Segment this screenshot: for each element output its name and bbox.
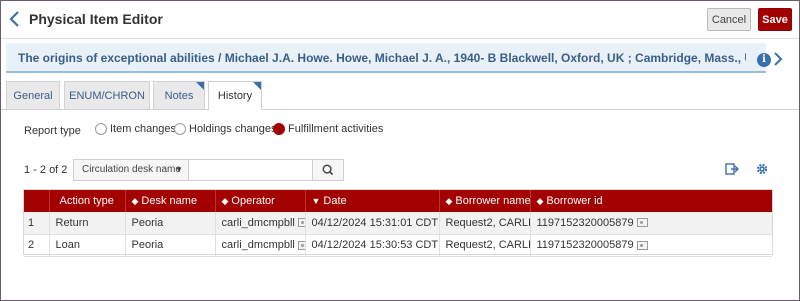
tab-corner-marker <box>196 82 204 90</box>
tab-history[interactable]: History <box>208 81 262 110</box>
radio-fulfillment-activities[interactable]: Fulfillment activities <box>273 123 383 135</box>
record-title[interactable]: The origins of exceptional abilities / M… <box>18 51 746 65</box>
cell-action-type: Return <box>48 212 125 235</box>
tab-label: General <box>13 90 53 102</box>
user-card-icon[interactable] <box>636 240 648 250</box>
cell-desk-name: Peoria <box>124 212 215 235</box>
sort-icon: ◆ <box>221 196 229 206</box>
tab-notes[interactable]: Notes <box>153 81 205 109</box>
filter-label: Circulation desk name <box>82 164 181 175</box>
report-type-label: Report type <box>24 125 81 137</box>
chevron-right-icon[interactable] <box>773 52 783 66</box>
operator-text: carli_dmcmpbll <box>221 216 295 229</box>
cell-action-type: Loan <box>48 234 125 257</box>
cancel-button[interactable]: Cancel <box>707 8 751 31</box>
circulation-desk-filter[interactable]: Circulation desk name ▼ <box>73 159 189 181</box>
radio-label: Item changes <box>110 123 177 135</box>
search-icon <box>322 164 334 176</box>
radio-item-changes[interactable]: Item changes <box>95 123 176 135</box>
table-row[interactable]: 2 Loan Peoria carli_dmcmpbll 04/12/2024 … <box>24 234 772 257</box>
column-header-label: Date <box>323 195 347 207</box>
column-header-borrower-id[interactable]: ◆ Borrower id <box>529 190 772 212</box>
cell-desk-name: Peoria <box>124 234 215 257</box>
cell-date: 04/12/2024 15:30:53 CDT <box>304 234 439 257</box>
caret-down-icon: ▼ <box>175 165 183 174</box>
radio-holdings-changes[interactable]: Holdings changes <box>174 123 276 135</box>
tab-corner-marker <box>253 82 261 90</box>
tab-bar: General ENUM/CHRON Notes History <box>6 81 796 111</box>
page-header: Physical Item Editor Cancel Save <box>1 1 799 38</box>
cell-borrower-id: 1197152320005879 <box>529 234 772 257</box>
sort-icon: ◆ <box>445 196 453 206</box>
export-icon[interactable] <box>725 162 739 176</box>
sort-icon: ◆ <box>536 196 544 206</box>
column-header-borrower-name[interactable]: ◆ Borrower name <box>438 190 531 212</box>
table-header-row: Action type ◆ Desk name ◆ Operator ▼ Date ◆… <box>24 190 772 212</box>
column-header-label: Operator <box>231 195 275 207</box>
save-button[interactable]: Save <box>758 8 792 31</box>
tab-label: ENUM/CHRON <box>69 90 145 102</box>
search-button[interactable] <box>312 159 344 181</box>
radio-button[interactable] <box>174 123 186 135</box>
column-header-label: Action type <box>59 195 114 207</box>
cell-date: 04/12/2024 15:31:01 CDT <box>304 212 439 235</box>
column-header-date[interactable]: ▼ Date <box>304 190 439 212</box>
cell-borrower-name: Request2, CARLI <box>438 212 530 235</box>
operator-text: carli_dmcmpbll <box>221 239 295 251</box>
column-header-label: Borrower id <box>546 195 603 207</box>
history-table: Action type ◆ Desk name ◆ Operator ▼ Date ◆… <box>23 189 773 257</box>
borrower-id-text: 1197152320005879 <box>536 239 634 251</box>
column-header-index <box>24 190 49 212</box>
radio-label: Holdings changes <box>189 123 277 135</box>
column-header-action-type[interactable]: Action type <box>48 190 125 212</box>
row-number: 1 <box>24 212 49 235</box>
result-count: 1 - 2 of 2 <box>24 164 68 176</box>
tab-label: Notes <box>164 90 194 102</box>
tab-enum-chron[interactable]: ENUM/CHRON <box>64 81 150 109</box>
cell-operator: carli_dmcmpbll <box>214 212 305 235</box>
radio-label: Fulfillment activities <box>288 123 384 135</box>
cell-borrower-id: 1197152320005879 <box>529 212 772 235</box>
user-card-icon[interactable] <box>297 218 305 228</box>
tab-label: History <box>217 90 253 102</box>
sort-icon: ◆ <box>131 196 139 206</box>
borrower-id-text: 1197152320005879 <box>536 216 634 229</box>
user-card-icon[interactable] <box>297 240 305 250</box>
cell-operator: carli_dmcmpbll <box>214 234 305 257</box>
page-title: Physical Item Editor <box>29 11 163 27</box>
column-header-operator[interactable]: ◆ Operator <box>214 190 305 212</box>
search-input[interactable] <box>188 159 313 181</box>
info-icon[interactable]: i <box>757 53 771 67</box>
column-header-desk-name[interactable]: ◆ Desk name <box>124 190 215 212</box>
radio-button[interactable] <box>95 123 107 135</box>
sort-descending-icon: ▼ <box>311 196 321 206</box>
header-divider <box>1 38 799 39</box>
chevron-left-icon[interactable] <box>7 10 23 28</box>
radio-button[interactable] <box>273 123 285 135</box>
column-header-label: Borrower name <box>455 195 531 207</box>
gear-icon[interactable] <box>755 162 769 176</box>
record-banner[interactable]: The origins of exceptional abilities / M… <box>6 43 771 73</box>
table-row[interactable]: 1 Return Peoria carli_dmcmpbll 04/12/202… <box>24 212 772 235</box>
cell-borrower-name: Request2, CARLI <box>438 234 530 257</box>
user-card-icon[interactable] <box>636 218 648 228</box>
tab-general[interactable]: General <box>6 81 60 109</box>
row-number: 2 <box>24 234 49 257</box>
column-header-label: Desk name <box>141 195 198 207</box>
